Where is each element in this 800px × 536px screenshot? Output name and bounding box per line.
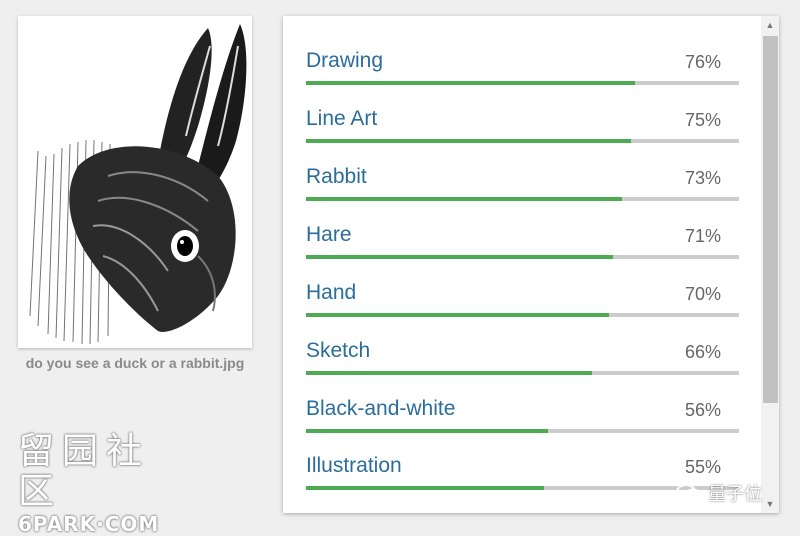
label-link[interactable]: Illustration	[306, 454, 402, 478]
score-bar	[306, 429, 739, 433]
score-bar-fill	[306, 139, 631, 143]
label-link[interactable]: Black-and-white	[306, 397, 455, 421]
label-row: Line Art 75%	[306, 107, 739, 147]
label-row: Illustration 55%	[306, 454, 739, 494]
rabbit-drawing	[18, 16, 252, 348]
label-link[interactable]: Drawing	[306, 49, 383, 73]
watermark-en-text: 6PARK·COM	[18, 512, 160, 536]
score-bar-fill	[306, 486, 545, 490]
label-link[interactable]: Line Art	[306, 107, 377, 131]
label-score: 70%	[684, 284, 721, 304]
watermark-right-text: 量子位	[708, 484, 762, 505]
label-score: 66%	[684, 342, 721, 362]
label-row: Hand 70%	[306, 281, 739, 321]
score-bar	[306, 81, 739, 85]
score-bar	[306, 255, 739, 259]
label-link[interactable]: Sketch	[306, 339, 370, 363]
wechat-icon	[676, 484, 701, 502]
label-score: 55%	[684, 457, 721, 477]
label-row: Sketch 66%	[306, 339, 739, 379]
labels-panel: Drawing 76% Line Art 75% Rabbit 73% Hare…	[283, 16, 779, 513]
score-bar	[306, 486, 739, 490]
scroll-down-arrow-icon[interactable]: ▼	[761, 495, 779, 513]
scrollbar[interactable]: ▲ ▼	[761, 16, 779, 513]
label-row: Drawing 76%	[306, 49, 739, 89]
score-bar-fill	[306, 81, 636, 85]
score-bar	[306, 139, 739, 143]
label-row: Rabbit 73%	[306, 165, 739, 205]
label-score: 71%	[684, 226, 721, 246]
label-link[interactable]: Rabbit	[306, 165, 367, 189]
label-score: 73%	[684, 168, 721, 188]
label-link[interactable]: Hare	[306, 223, 352, 247]
scrollbar-thumb[interactable]	[763, 36, 778, 403]
score-bar-fill	[306, 255, 614, 259]
score-bar-fill	[306, 371, 592, 375]
image-thumbnail[interactable]	[18, 16, 252, 348]
label-row: Hare 71%	[306, 223, 739, 263]
label-score: 56%	[684, 400, 721, 420]
image-filename: do you see a duck or a rabbit.jpg	[25, 355, 245, 371]
label-row: Black-and-white 56%	[306, 397, 739, 437]
watermark-cn-text: 留园社区	[18, 431, 151, 512]
scroll-up-arrow-icon[interactable]: ▲	[761, 16, 779, 34]
label-score: 75%	[684, 110, 721, 130]
score-bar	[306, 371, 739, 375]
watermark-6park: 留园社区 6PARK·COM	[18, 432, 188, 536]
label-link[interactable]: Hand	[306, 281, 356, 305]
watermark-qbitai: 量子位	[676, 480, 762, 506]
score-bar-fill	[306, 197, 623, 201]
score-bar-fill	[306, 313, 610, 317]
label-score: 76%	[684, 52, 721, 72]
score-bar	[306, 197, 739, 201]
score-bar-fill	[306, 429, 549, 433]
score-bar	[306, 313, 739, 317]
